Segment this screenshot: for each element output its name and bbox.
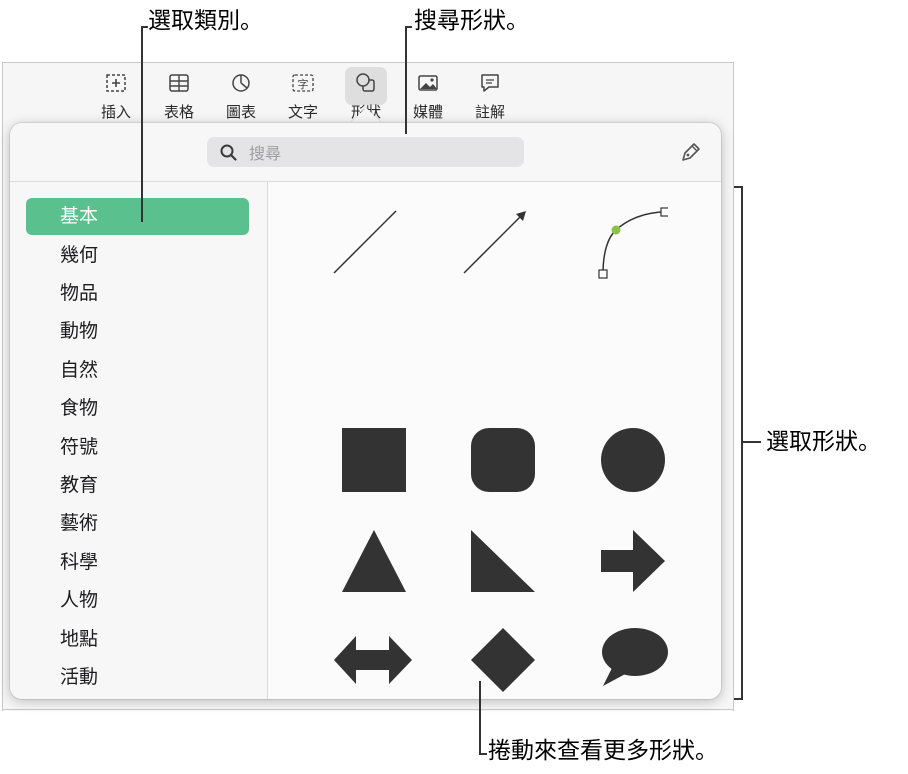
popover-header bbox=[10, 123, 721, 182]
media-icon bbox=[418, 75, 438, 91]
bracket-pointer bbox=[743, 441, 761, 443]
shape-grid bbox=[268, 182, 721, 699]
toolbar-comment-label: 註解 bbox=[474, 103, 505, 121]
text-icon: 字 bbox=[292, 74, 314, 92]
category-item[interactable]: 藝術 bbox=[26, 505, 249, 542]
toolbar-chart-button[interactable]: 圖表 bbox=[215, 72, 267, 122]
table-icon bbox=[169, 74, 189, 92]
callout-select-shape: 選取形狀。 bbox=[766, 429, 881, 455]
category-item[interactable]: 幾何 bbox=[26, 237, 249, 274]
leader-line-search bbox=[405, 26, 407, 134]
speech-bubble-shape[interactable] bbox=[601, 628, 669, 694]
leader-line-category bbox=[141, 26, 143, 222]
square-shape[interactable] bbox=[342, 428, 408, 494]
leader-line-scroll-cap bbox=[479, 753, 487, 755]
double-arrow-shape[interactable] bbox=[334, 628, 414, 694]
toolbar-text-button[interactable]: 字 文字 bbox=[277, 72, 329, 122]
bracket-line bbox=[741, 186, 743, 700]
toolbar-insert-button[interactable]: 插入 bbox=[90, 72, 142, 122]
category-item[interactable]: 地點 bbox=[26, 621, 249, 658]
toolbar-comment-button[interactable]: 註解 bbox=[464, 72, 516, 122]
chart-icon bbox=[232, 74, 250, 92]
search-icon bbox=[220, 144, 237, 161]
arrow-right-shape[interactable] bbox=[601, 530, 667, 596]
category-item[interactable]: 物品 bbox=[26, 275, 249, 312]
arrow-line-shape[interactable] bbox=[460, 207, 530, 277]
category-item[interactable]: 活動 bbox=[26, 659, 249, 696]
toolbar-media-label: 媒體 bbox=[412, 103, 443, 121]
shapes-popover: 基本 幾何 物品 動物 自然 食物 符號 教育 藝術 科學 人物 地點 活動 bbox=[10, 123, 721, 699]
category-item[interactable]: 人物 bbox=[26, 582, 249, 619]
category-item[interactable]: 食物 bbox=[26, 390, 249, 427]
bracket-bottom bbox=[734, 698, 743, 700]
leader-line-scroll bbox=[479, 681, 481, 755]
category-item[interactable]: 動物 bbox=[26, 313, 249, 350]
right-triangle-shape[interactable] bbox=[471, 530, 537, 596]
insert-icon bbox=[106, 74, 126, 92]
rounded-square-shape[interactable] bbox=[471, 428, 537, 494]
toolbar-insert-label: 插入 bbox=[100, 103, 131, 121]
category-item[interactable]: 符號 bbox=[26, 429, 249, 466]
svg-text:字: 字 bbox=[298, 77, 309, 91]
search-field[interactable] bbox=[207, 137, 524, 169]
toolbar-chart-label: 圖表 bbox=[225, 103, 256, 121]
leader-line-category-cap bbox=[141, 26, 148, 28]
search-input[interactable] bbox=[247, 137, 511, 169]
callout-select-category: 選取類別。 bbox=[148, 8, 263, 34]
category-item[interactable]: 自然 bbox=[26, 352, 249, 389]
bracket-top bbox=[734, 186, 743, 188]
triangle-shape[interactable] bbox=[342, 530, 408, 596]
line-shape[interactable] bbox=[330, 207, 400, 277]
callout-scroll-more: 捲動來查看更多形狀。 bbox=[488, 738, 718, 764]
leader-line-search-cap bbox=[405, 26, 412, 28]
toolbar-table-button[interactable]: 表格 bbox=[153, 72, 205, 122]
callout-search-shapes: 搜尋形狀。 bbox=[414, 8, 529, 34]
curve-shape[interactable] bbox=[588, 202, 668, 282]
comment-icon bbox=[481, 74, 499, 92]
toolbar-table-label: 表格 bbox=[163, 103, 194, 121]
category-sidebar: 基本 幾何 物品 動物 自然 食物 符號 教育 藝術 科學 人物 地點 活動 bbox=[10, 182, 268, 699]
toolbar-text-label: 文字 bbox=[287, 103, 318, 121]
shape-icon bbox=[356, 73, 375, 92]
category-item[interactable]: 基本 bbox=[26, 198, 249, 235]
pen-icon[interactable] bbox=[677, 138, 705, 166]
category-item[interactable]: 科學 bbox=[26, 544, 249, 581]
window-divider bbox=[2, 709, 733, 710]
circle-shape[interactable] bbox=[601, 428, 667, 494]
toolbar-media-button[interactable]: 媒體 bbox=[402, 72, 454, 122]
category-item[interactable]: 教育 bbox=[26, 467, 249, 504]
